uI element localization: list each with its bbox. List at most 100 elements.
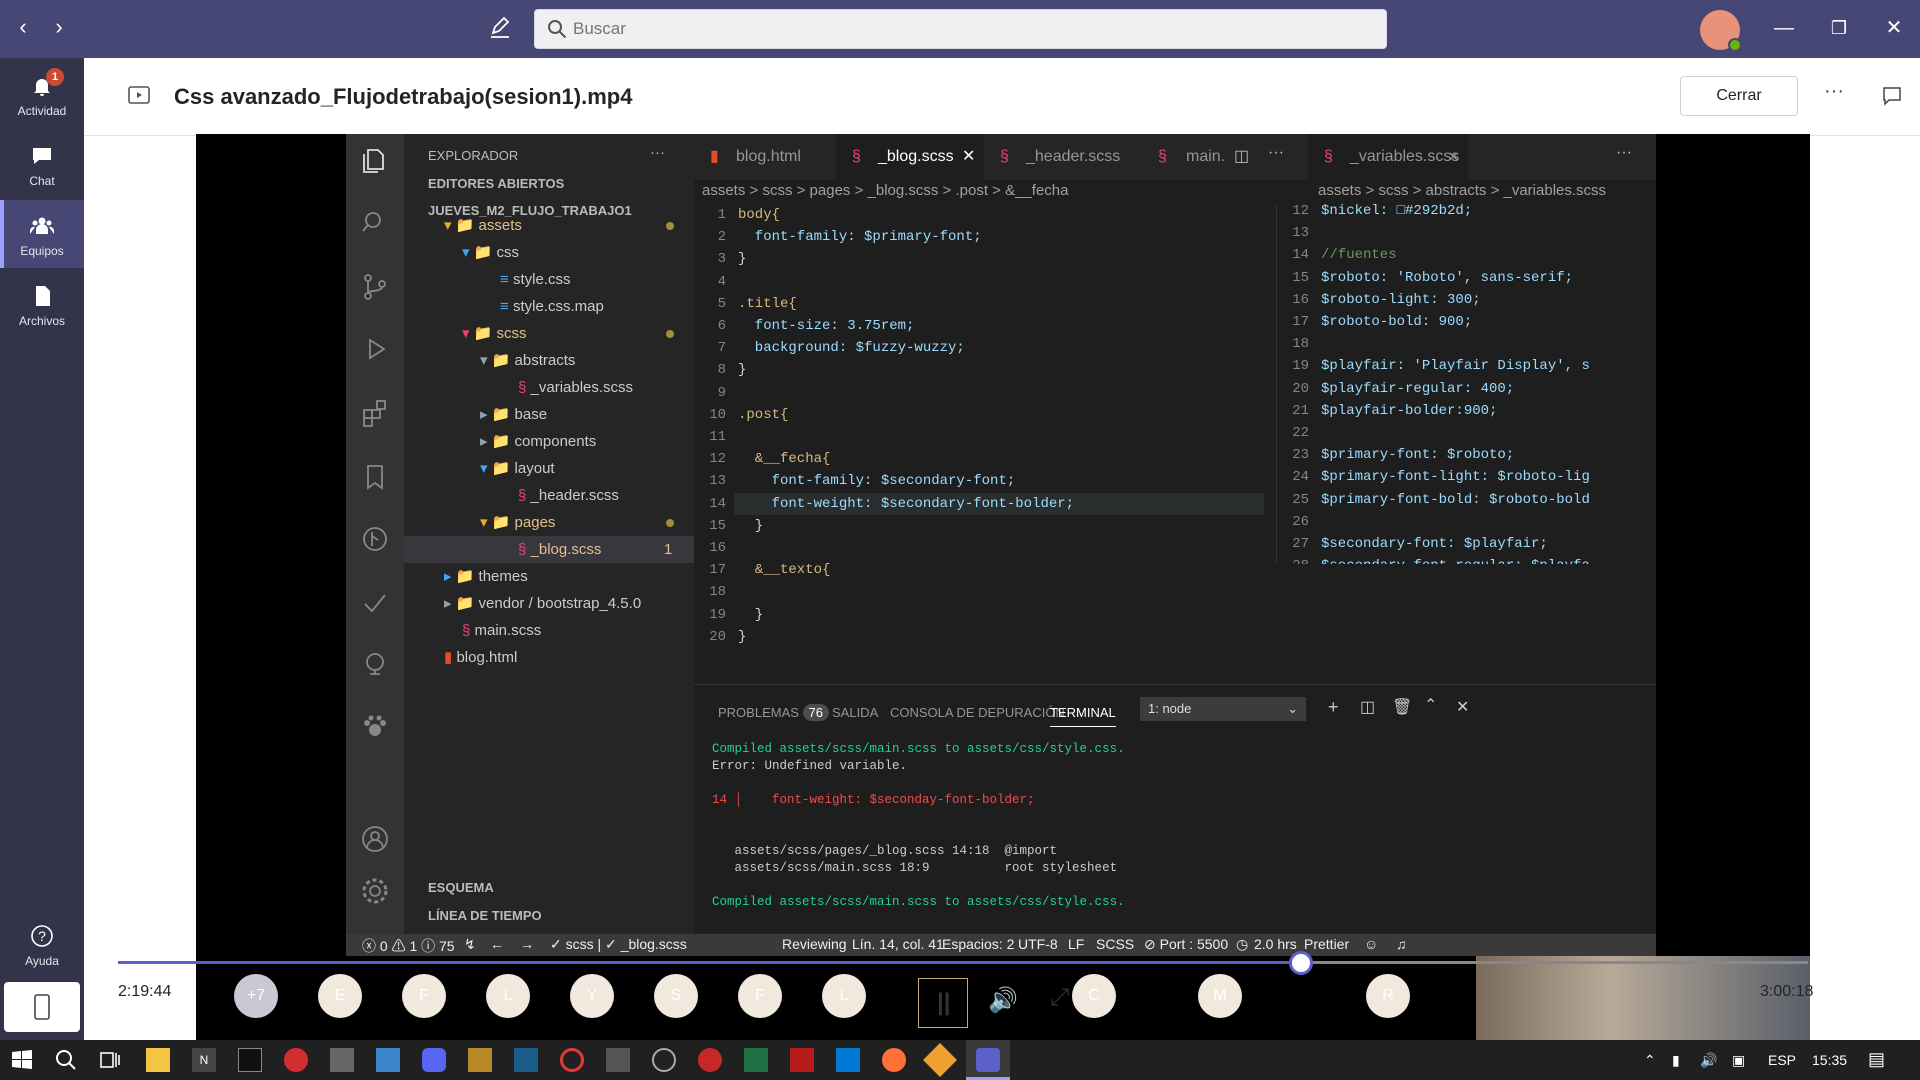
- app-icon[interactable]: [923, 1043, 957, 1077]
- conversation-icon[interactable]: [1882, 86, 1902, 106]
- status-encoding[interactable]: UTF-8: [1018, 936, 1058, 952]
- split-editor-icon[interactable]: ◫: [1234, 146, 1249, 166]
- participant-avatar[interactable]: F: [738, 974, 782, 1018]
- git-graph-icon[interactable]: [360, 524, 390, 554]
- back-arrow-icon[interactable]: ←: [490, 936, 504, 952]
- terminal-select[interactable]: 1: node ⌄: [1140, 697, 1306, 721]
- maximize-panel-icon[interactable]: ⌃: [1424, 695, 1437, 715]
- search-input[interactable]: [573, 10, 1373, 48]
- language-indicator[interactable]: ESP: [1768, 1052, 1796, 1068]
- battery-icon[interactable]: ▮: [1672, 1052, 1680, 1069]
- bell-icon[interactable]: ♫: [1396, 936, 1407, 952]
- app-icon[interactable]: [376, 1048, 400, 1072]
- participant-avatar[interactable]: L: [486, 974, 530, 1018]
- chevron-up-icon[interactable]: ⌃: [1644, 1052, 1656, 1069]
- account-icon[interactable]: [360, 824, 390, 854]
- status-language[interactable]: SCSS: [1096, 936, 1134, 952]
- app-icon[interactable]: N: [192, 1048, 216, 1072]
- firefox-icon[interactable]: [882, 1048, 906, 1072]
- participant-avatar[interactable]: +7: [234, 974, 278, 1018]
- tree-file-variables-scss[interactable]: § _variables.scss: [518, 374, 633, 401]
- feedback-icon[interactable]: ☺: [1364, 936, 1378, 952]
- tab-salida[interactable]: SALIDA: [832, 705, 878, 720]
- tree-file-header-scss[interactable]: § _header.scss: [518, 482, 619, 509]
- outline-section[interactable]: ESQUEMA: [428, 880, 494, 895]
- timeline-section[interactable]: LÍNEA DE TIEMPO: [428, 908, 542, 923]
- opera-icon[interactable]: [560, 1048, 584, 1072]
- status-branch[interactable]: ✓ scss | ✓ _blog.scss: [550, 936, 687, 953]
- fullscreen-icon[interactable]: ⤢: [1050, 984, 1069, 1012]
- status-cursor-position[interactable]: Lín. 14, col. 41: [852, 936, 944, 952]
- explorer-more-icon[interactable]: ···: [650, 144, 665, 161]
- tree-folder-assets[interactable]: ▾ 📁 assets: [444, 212, 522, 239]
- video-player[interactable]: EXPLORADOR ··· EDITORES ABIERTOS JUEVES_…: [196, 134, 1810, 1042]
- breadcrumb-left[interactable]: assets > scss > pages > _blog.scss > .po…: [702, 182, 1068, 199]
- participant-avatar[interactable]: Y: [570, 974, 614, 1018]
- tree-folder-css[interactable]: ▾ 📁 css: [462, 239, 519, 266]
- tree-folder-scss[interactable]: ▾ 📁 scss: [462, 320, 527, 347]
- split-terminal-icon[interactable]: ◫: [1360, 697, 1375, 717]
- close-button[interactable]: Cerrar: [1680, 76, 1798, 116]
- device-button[interactable]: [4, 982, 80, 1032]
- lightning-icon[interactable]: ↯: [464, 936, 476, 953]
- status-reviewing[interactable]: Reviewing: [782, 936, 847, 952]
- participant-avatar[interactable]: C: [1072, 974, 1116, 1018]
- search-icon[interactable]: [360, 208, 390, 238]
- bookmark-icon[interactable]: [360, 462, 390, 492]
- trash-icon[interactable]: 🗑: [1392, 697, 1412, 717]
- tab-blog-html[interactable]: ▮ blog.html: [694, 134, 836, 180]
- editor-more-icon[interactable]: ···: [1268, 144, 1284, 162]
- files-explorer-icon[interactable]: [360, 146, 390, 176]
- tree-file-main-scss[interactable]: § main.scss: [462, 617, 541, 644]
- status-indentation[interactable]: Espacios: 2: [942, 936, 1014, 952]
- rail-item-archivos[interactable]: Archivos: [0, 270, 84, 338]
- participant-avatar[interactable]: E: [318, 974, 362, 1018]
- search-icon[interactable]: [54, 1048, 78, 1072]
- restore-icon[interactable]: ❐: [1823, 12, 1855, 44]
- tab-problemas[interactable]: PROBLEMAS 76: [718, 704, 830, 721]
- app-icon[interactable]: [606, 1048, 630, 1072]
- notification-center-icon[interactable]: ▤: [1868, 1049, 1885, 1070]
- app-icon[interactable]: [652, 1048, 676, 1072]
- tab-consola[interactable]: CONSOLA DE DEPURACIÓN: [890, 705, 1065, 720]
- volume-icon[interactable]: 🔊: [1700, 1052, 1717, 1069]
- new-terminal-icon[interactable]: +: [1328, 697, 1339, 718]
- tree-file-style-css-map[interactable]: ≡ style.css.map: [500, 293, 604, 320]
- participant-avatar[interactable]: S: [654, 974, 698, 1018]
- volume-icon[interactable]: 🔊: [988, 986, 1018, 1015]
- app-icon[interactable]: [514, 1048, 538, 1072]
- app-icon[interactable]: [284, 1048, 308, 1072]
- pdf-icon[interactable]: [790, 1048, 814, 1072]
- rail-item-chat[interactable]: Chat: [0, 130, 84, 198]
- tab-variables-scss[interactable]: § _variables.scss ✕: [1308, 134, 1468, 180]
- paw-icon[interactable]: [360, 712, 390, 742]
- tree-file-blog-html[interactable]: ▮ blog.html: [444, 644, 517, 671]
- tab-main-scss[interactable]: § main.: [1144, 134, 1225, 180]
- timeline-scrubber[interactable]: [1289, 951, 1313, 975]
- extensions-icon[interactable]: [360, 398, 390, 428]
- tree-folder-themes[interactable]: ▸ 📁 themes: [444, 563, 528, 590]
- editor-blog-scss[interactable]: 1 body{2 font-family: $primary-font; 3} 4 5.…: [694, 204, 1264, 674]
- close-panel-icon[interactable]: ✕: [1456, 697, 1469, 717]
- remote-explorer-icon[interactable]: [360, 650, 390, 680]
- terminal-output[interactable]: Compiled assets/scss/main.scss to assets…: [712, 741, 1642, 931]
- epic-games-icon[interactable]: [238, 1048, 262, 1072]
- tab-blog-scss[interactable]: § _blog.scss ✕: [836, 134, 984, 180]
- file-explorer-icon[interactable]: [146, 1048, 170, 1072]
- status-live-server[interactable]: ⊘ Port : 5500: [1144, 936, 1228, 953]
- vscode-icon[interactable]: [836, 1048, 860, 1072]
- open-editors-section[interactable]: EDITORES ABIERTOS: [428, 176, 564, 191]
- close-tab-icon[interactable]: ✕: [962, 134, 975, 180]
- participant-avatar[interactable]: F: [402, 974, 446, 1018]
- excel-icon[interactable]: [744, 1048, 768, 1072]
- search-bar[interactable]: [534, 9, 1387, 49]
- app-icon[interactable]: [698, 1048, 722, 1072]
- rail-item-equipos[interactable]: Equipos: [0, 200, 84, 268]
- more-options-icon[interactable]: ···: [1824, 80, 1844, 103]
- minimize-icon[interactable]: —: [1768, 12, 1800, 44]
- network-icon[interactable]: ▣: [1732, 1052, 1745, 1069]
- teams-taskbar-button[interactable]: [966, 1040, 1010, 1080]
- rail-item-ayuda[interactable]: ? Ayuda: [0, 910, 84, 978]
- settings-gear-icon[interactable]: [360, 876, 390, 906]
- source-control-icon[interactable]: [360, 272, 390, 302]
